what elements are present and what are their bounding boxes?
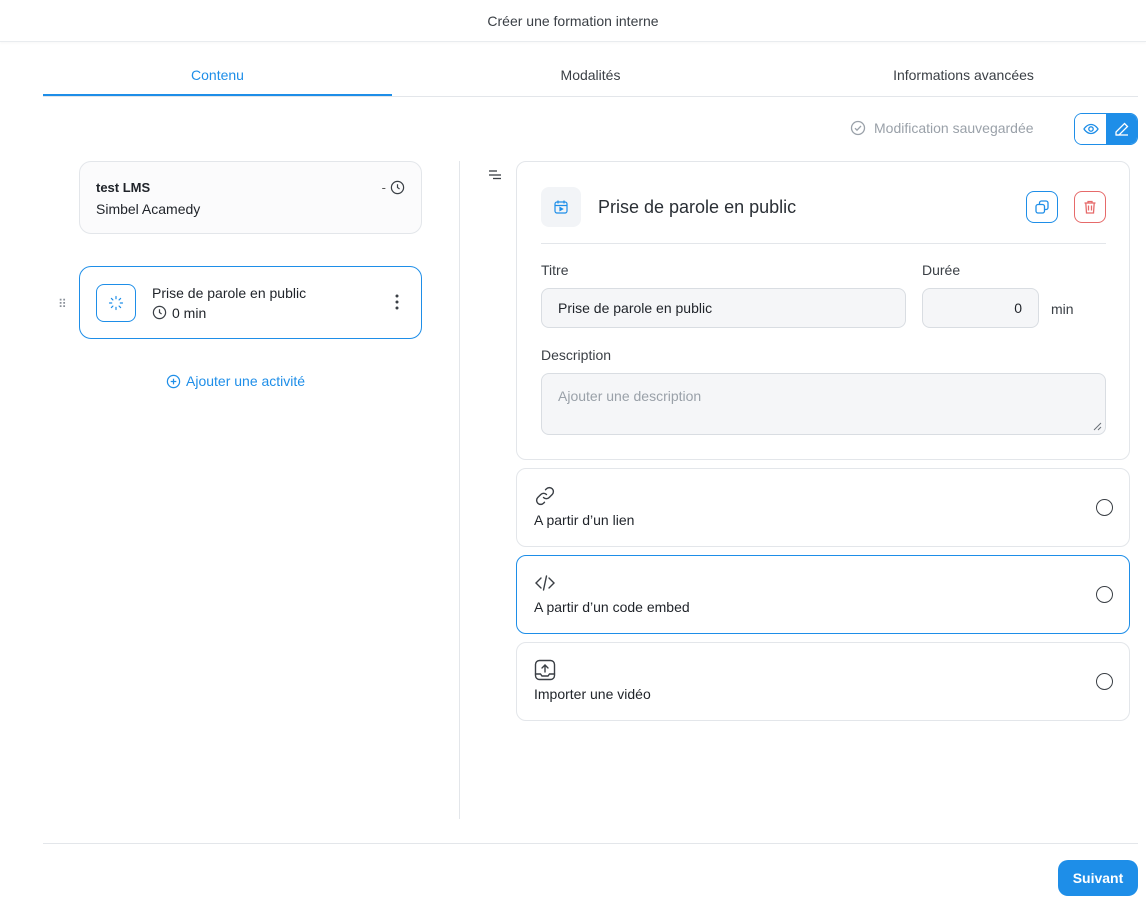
activity-info: Prise de parole en public 0 min xyxy=(152,285,306,321)
edit-button[interactable] xyxy=(1106,114,1137,144)
duration-label: Durée xyxy=(922,262,961,278)
link-icon xyxy=(535,486,555,506)
upload-icon xyxy=(534,659,556,681)
resize-handle-icon[interactable] xyxy=(1092,421,1102,431)
option-link[interactable]: A partir d’un lien xyxy=(516,468,1130,547)
description-placeholder: Ajouter une description xyxy=(558,388,702,404)
tab-bar: Contenu Modalités Informations avancées xyxy=(43,55,1138,97)
code-icon xyxy=(535,575,555,591)
course-duration-value: - xyxy=(381,180,386,195)
option-embed-label: A partir d’un code embed xyxy=(534,599,690,615)
description-textarea[interactable]: Ajouter une description xyxy=(541,373,1106,435)
page-title: Créer une formation interne xyxy=(487,12,659,29)
option-link-radio[interactable] xyxy=(1096,499,1113,516)
activity-detail-header: Prise de parole en public xyxy=(541,187,1106,244)
course-organization: Simbel Acamedy xyxy=(96,201,201,217)
clock-icon xyxy=(390,180,405,195)
description-label: Description xyxy=(541,347,612,363)
footer-divider xyxy=(43,843,1138,844)
title-input[interactable]: Prise de parole en public xyxy=(541,288,906,328)
activity-type-icon-box xyxy=(541,187,581,227)
drag-handle-icon[interactable]: ⠿ xyxy=(58,297,67,311)
course-duration: - xyxy=(382,180,405,195)
activity-duration-value: 0 min xyxy=(172,304,207,321)
save-status-text: Modification sauvegardée xyxy=(874,120,1034,136)
course-name: test LMS xyxy=(96,180,151,195)
option-embed[interactable]: A partir d’un code embed xyxy=(516,555,1130,634)
tab-modalites[interactable]: Modalités xyxy=(392,55,789,96)
pencil-icon xyxy=(1114,122,1128,136)
loading-spinner-icon xyxy=(108,295,124,310)
activity-title: Prise de parole en public xyxy=(152,284,307,301)
option-embed-radio[interactable] xyxy=(1096,586,1113,603)
next-button[interactable]: Suivant xyxy=(1058,860,1138,896)
trash-icon xyxy=(1084,200,1096,214)
save-status: Modification sauvegardée xyxy=(850,120,1034,136)
delete-button[interactable] xyxy=(1074,191,1106,223)
add-activity-label: Ajouter une activité xyxy=(186,373,306,389)
preview-button[interactable] xyxy=(1075,114,1106,144)
duplicate-button[interactable] xyxy=(1026,191,1058,223)
duration-unit: min xyxy=(1051,301,1074,317)
plus-circle-icon xyxy=(166,374,181,388)
option-upload[interactable]: Importer une vidéo xyxy=(516,642,1130,721)
activity-card[interactable]: Prise de parole en public 0 min xyxy=(79,266,422,339)
option-upload-radio[interactable] xyxy=(1096,673,1113,690)
activity-detail-title: Prise de parole en public xyxy=(598,197,797,217)
option-upload-label: Importer une vidéo xyxy=(534,686,651,702)
page-header: Créer une formation interne xyxy=(0,0,1146,42)
more-vertical-icon[interactable] xyxy=(395,294,399,310)
collapse-panel-icon[interactable] xyxy=(488,168,502,180)
activity-type-badge xyxy=(96,283,136,322)
activity-duration: 0 min xyxy=(152,305,306,321)
clock-icon xyxy=(152,305,167,320)
video-calendar-icon xyxy=(554,200,568,214)
add-activity-button[interactable]: Ajouter une activité xyxy=(166,373,305,389)
option-link-label: A partir d’un lien xyxy=(534,512,635,528)
column-divider xyxy=(459,161,460,819)
duration-input[interactable]: 0 xyxy=(922,288,1039,328)
course-card[interactable]: test LMS Simbel Acamedy - xyxy=(79,161,422,234)
copy-icon xyxy=(1035,200,1049,214)
tab-contenu[interactable]: Contenu xyxy=(43,55,392,96)
view-edit-toggle xyxy=(1074,113,1138,145)
activity-detail-card: Prise de parole en public Titre Prise de… xyxy=(516,161,1130,460)
tab-informations-avancees[interactable]: Informations avancées xyxy=(789,55,1138,96)
check-circle-icon xyxy=(850,120,866,136)
title-label: Titre xyxy=(541,262,569,278)
eye-icon xyxy=(1082,123,1099,135)
